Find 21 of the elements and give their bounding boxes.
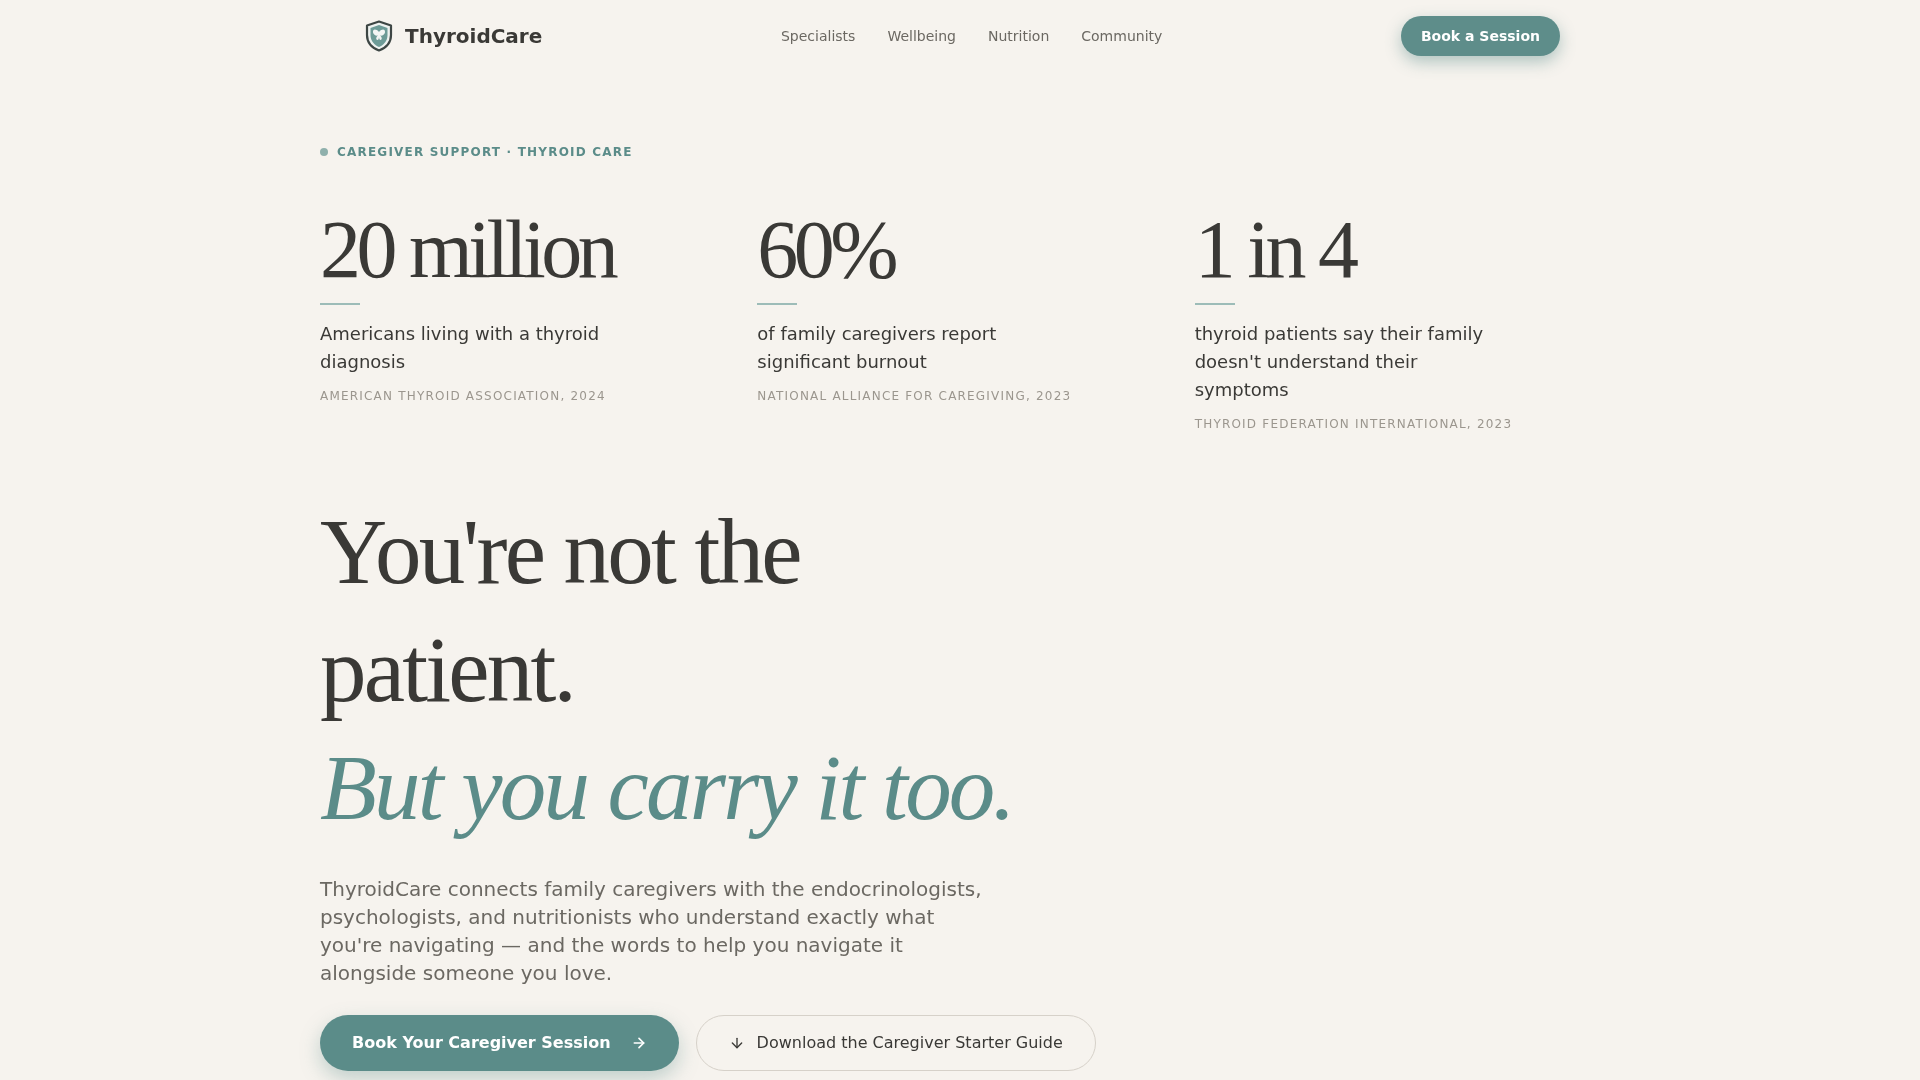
stat-value: 1 in 4 — [1194, 209, 1355, 291]
book-session-button[interactable]: Book a Session — [1400, 16, 1560, 56]
nav-link[interactable]: Community — [1081, 25, 1163, 47]
stat-source: AMERICAN THYROID ASSOCIATION, 2024 — [320, 388, 606, 405]
headline: You're not the patient. — [320, 499, 801, 723]
brand-name[interactable]: ThyroidCare — [405, 21, 543, 51]
nav-link[interactable]: Specialists — [780, 25, 856, 47]
stat-description: of family caregivers report significant burnout — [757, 322, 998, 374]
nav-link[interactable]: Nutrition — [987, 25, 1050, 47]
stat-source: THYROID FEDERATION INTERNATIONAL, 2023 — [1194, 416, 1513, 433]
stat-value: 60% — [757, 209, 895, 291]
stat-source: NATIONAL ALLIANCE FOR CAREGIVING, 2023 — [757, 388, 1072, 405]
shield-logo-icon — [365, 20, 393, 52]
stat-value: 20 million — [320, 209, 615, 291]
headline-emphasis: But you carry it too. — [320, 735, 1015, 841]
stat-description: Americans living with a thyroid diagnosis — [320, 322, 601, 374]
intro-paragraph: ThyroidCare connects family caregivers with the endocrinologists, psychologists, and nutritionists who understand exactly what you're navigating — and the words to help you navigate it alongside someone you love. — [320, 876, 983, 987]
nav-link[interactable]: Wellbeing — [887, 25, 956, 47]
stat-description: thyroid patients say their family doesn't understand their symptoms — [1194, 322, 1485, 402]
book-session-button[interactable]: Book Your Caregiver Session — [320, 1015, 679, 1071]
eyebrow-label: CAREGIVER SUPPORT · THYROID CARE — [337, 144, 633, 160]
